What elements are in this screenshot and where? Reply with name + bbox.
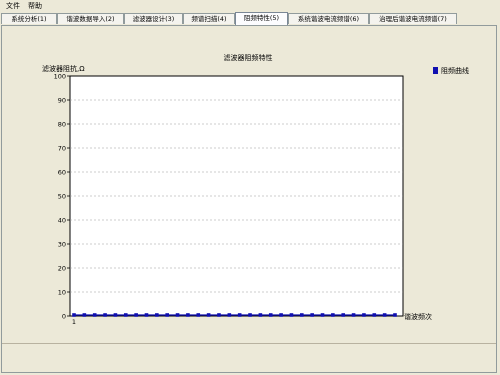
tab-strip: 系统分析(1) 谐波数据导入(2) 滤波器设计(3) 频谱扫描(4) 阻频特性(… (0, 12, 500, 26)
y-tick-label: 40 (58, 217, 66, 225)
series-point (186, 313, 190, 317)
y-tick-label: 80 (58, 121, 66, 129)
y-tick-label: 70 (58, 145, 66, 153)
series-point (206, 313, 211, 317)
series-point (92, 313, 97, 317)
status-divider (2, 343, 496, 344)
tab-treated-harmonic-spectrum[interactable]: 治理后谐波电流频谱(7) (369, 13, 457, 24)
chart-legend: 阻频曲线 (433, 66, 469, 75)
tab-system-analysis[interactable]: 系统分析(1) (1, 13, 57, 24)
series-point (279, 313, 283, 317)
series-point (123, 313, 128, 317)
y-tick-label: 10 (58, 289, 66, 297)
y-tick-label: 100 (54, 73, 66, 81)
series-point (258, 313, 263, 317)
tab-filter-design[interactable]: 滤波器设计(3) (124, 13, 183, 24)
series-point (82, 313, 87, 317)
series-point (237, 313, 242, 317)
menu-bar: 文件 帮助 (0, 0, 500, 12)
tab-impedance-frequency[interactable]: 阻频特性(5) (235, 12, 288, 25)
menu-file[interactable]: 文件 (4, 1, 22, 11)
menu-help[interactable]: 帮助 (26, 1, 44, 11)
y-tick-label: 90 (58, 97, 66, 105)
series-point (341, 313, 346, 317)
series-point (310, 313, 314, 317)
series-point (134, 313, 138, 317)
x-axis-label: 谐波频次 (404, 312, 432, 321)
y-tick-label: 50 (58, 193, 66, 201)
series-point (72, 313, 76, 317)
series-point (268, 313, 273, 317)
y-tick-label: 20 (58, 265, 66, 273)
y-tick-label: 0 (62, 313, 66, 321)
impedance-chart: 滤波器阻频特性 滤波器阻抗,Ω 谐波频次 阻频曲线 01020304050607… (42, 53, 469, 326)
tab-frequency-scan[interactable]: 频谱扫描(4) (183, 13, 235, 24)
series-point (351, 313, 356, 317)
x-tick-label: 1 (72, 318, 76, 326)
series-point (103, 313, 107, 317)
series-point (289, 313, 294, 317)
y-tick-label: 30 (58, 241, 66, 249)
series-point (382, 313, 387, 317)
tab-harmonic-data-import[interactable]: 谐波数据导入(2) (57, 13, 124, 24)
y-tick-label: 60 (58, 169, 66, 177)
legend-swatch (433, 67, 438, 74)
series-point (393, 313, 397, 317)
series-point (300, 313, 304, 317)
series-point (144, 313, 149, 317)
series-point (217, 313, 221, 317)
series-point (372, 313, 377, 317)
tab-system-harmonic-spectrum[interactable]: 系统谐波电流频谱(6) (288, 13, 369, 24)
series-point (113, 313, 118, 317)
series-point (331, 313, 335, 317)
series-point (165, 313, 169, 317)
series-point (227, 313, 232, 317)
series-point (155, 313, 159, 317)
chart-area: 滤波器阻频特性 滤波器阻抗,Ω 谐波频次 阻频曲线 0 10 20 30 40 50 60 7… (4, 30, 492, 342)
series-point (196, 313, 201, 317)
series-point (248, 313, 252, 317)
legend-label: 阻频曲线 (441, 66, 469, 75)
series-point (320, 313, 325, 317)
series-point (362, 313, 366, 317)
chart-title: 滤波器阻频特性 (224, 53, 273, 62)
series-point (175, 313, 180, 317)
